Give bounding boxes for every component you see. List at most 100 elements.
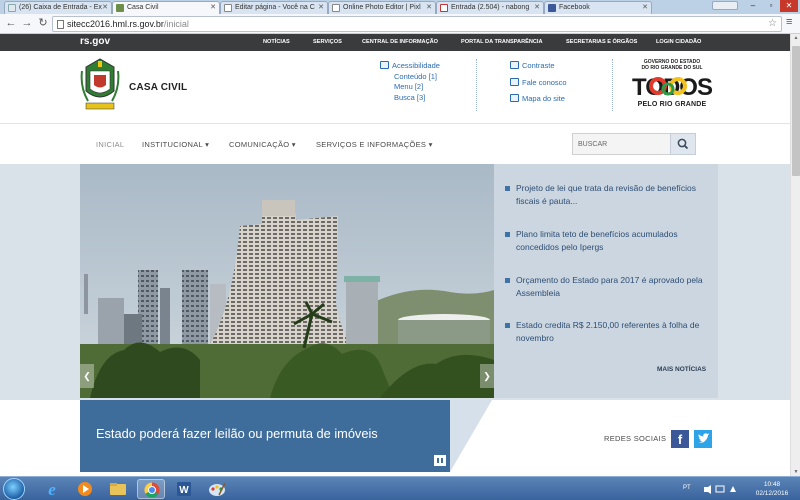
news-panel: Projeto de lei que trata da revisão de b… — [494, 164, 718, 398]
social-label: REDES SOCIAIS — [604, 434, 667, 443]
bookmark-star-icon[interactable]: ☆ — [768, 17, 777, 31]
browser-tab[interactable]: Entrada (2.504) - nabong ✕ — [436, 1, 544, 14]
govbar-link-login[interactable]: LOGIN CIDADÃO — [656, 39, 701, 45]
news-item-text: Plano limita teto de benefícios acumulad… — [516, 229, 678, 252]
facebook-icon[interactable]: f — [671, 430, 689, 448]
govbar-link-noticias[interactable]: NOTÍCIAS — [263, 39, 290, 45]
minimize-icon[interactable]: – — [744, 0, 762, 12]
coat-of-arms-icon[interactable] — [80, 57, 120, 113]
volume-icon — [704, 485, 711, 494]
system-tray-icons[interactable] — [702, 484, 742, 494]
chrome-icon[interactable] — [137, 479, 165, 499]
contact-link[interactable]: Fale conosco — [510, 78, 567, 89]
sitemap-label: Mapa do site — [522, 94, 565, 103]
browser-tab[interactable]: Online Photo Editor | Pixl ✕ — [328, 1, 436, 14]
news-item-text: Orçamento do Estado para 2017 é aprovado… — [516, 275, 703, 298]
govbar-link-transparencia[interactable]: PORTAL DA TRANSPARÊNCIA — [461, 39, 543, 45]
browser-tab-strip: (26) Caixa de Entrada - Ex ✕ Casa Civil … — [0, 0, 800, 14]
reload-icon[interactable]: ↻ — [36, 16, 50, 30]
featured-banner[interactable]: Estado poderá fazer leilão ou permuta de… — [80, 400, 450, 472]
carousel-prev-button[interactable]: ❮ — [80, 364, 94, 388]
nav-item-label: INSTITUCIONAL — [142, 140, 203, 149]
pause-icon[interactable] — [434, 455, 446, 466]
search-input[interactable] — [572, 133, 670, 155]
language-indicator[interactable]: PT — [683, 485, 691, 491]
nav-item-servicos-informacoes[interactable]: SERVIÇOS E INFORMAÇÕES ▾ — [316, 140, 433, 149]
page-icon — [8, 4, 16, 12]
scrollbar-thumb[interactable] — [792, 46, 800, 176]
news-item[interactable]: Projeto de lei que trata da revisão de b… — [505, 182, 706, 208]
govbar-link-servicos[interactable]: SERVIÇOS — [313, 39, 342, 45]
nav-item-inicial[interactable]: INICIAL — [96, 140, 124, 149]
gov-rs-logo[interactable]: GOVERNO DO ESTADO DO RIO GRANDE DO SUL T… — [630, 59, 714, 115]
browser-tab-active[interactable]: Casa Civil ✕ — [112, 1, 220, 14]
search-icon — [677, 138, 689, 150]
browser-tab[interactable]: (26) Caixa de Entrada - Ex ✕ — [4, 1, 112, 14]
search-box — [572, 133, 696, 155]
sitemap-icon — [510, 94, 519, 103]
chevron-down-icon: ▾ — [428, 140, 433, 149]
close-tab-icon[interactable]: ✕ — [210, 2, 216, 13]
chevron-down-icon: ▾ — [205, 140, 210, 149]
browser-tab-title: Casa Civil — [127, 4, 159, 11]
close-tab-icon[interactable]: ✕ — [642, 2, 648, 13]
system-clock[interactable]: 10:48 02/12/2016 — [750, 480, 794, 498]
skip-to-content-link[interactable]: Conteúdo [1] — [380, 72, 440, 83]
close-tab-icon[interactable]: ✕ — [102, 2, 108, 13]
rs-gov-logo[interactable]: rs.gov — [80, 36, 110, 47]
page-icon — [224, 4, 232, 12]
close-tab-icon[interactable]: ✕ — [426, 2, 432, 13]
browser-menu-icon[interactable]: ≡ — [786, 16, 792, 28]
skip-to-search-link[interactable]: Busca [3] — [380, 93, 440, 104]
browser-user-button[interactable] — [712, 1, 738, 10]
page-icon — [57, 20, 64, 29]
media-player-icon[interactable] — [71, 479, 99, 499]
browser-tab[interactable]: Facebook ✕ — [544, 1, 652, 14]
sitemap-link[interactable]: Mapa do site — [510, 94, 567, 105]
back-icon[interactable]: ← — [4, 16, 18, 30]
start-button[interactable] — [3, 478, 25, 500]
bullet-icon — [505, 323, 510, 328]
scroll-down-icon[interactable]: ▼ — [791, 469, 800, 475]
hero-section: ❮ ❯ Projeto de lei que trata da revisão … — [0, 164, 790, 400]
more-news-link[interactable]: MAIS NOTÍCIAS — [657, 366, 706, 373]
page-icon — [332, 4, 340, 12]
close-tab-icon[interactable]: ✕ — [534, 2, 540, 13]
twitter-icon[interactable] — [694, 430, 712, 448]
browser-tab[interactable]: Editar página - Você na C ✕ — [220, 1, 328, 14]
maximize-icon[interactable]: ▫ — [762, 0, 780, 12]
govbar-link-secretarias[interactable]: SECRETARIAS E ÓRGÃOS — [566, 39, 637, 45]
news-item[interactable]: Plano limita teto de benefícios acumulad… — [505, 228, 706, 254]
page-scrollbar[interactable]: ▲ ▼ — [790, 34, 800, 476]
news-item[interactable]: Estado credita R$ 2.150,00 referentes à … — [505, 319, 706, 345]
accessibility-link[interactable]: Acessibilidade — [380, 61, 440, 72]
nav-item-comunicacao[interactable]: COMUNICAÇÃO ▾ — [229, 140, 296, 149]
skip-to-menu-link[interactable]: Menu [2] — [380, 82, 440, 93]
close-window-icon[interactable]: ✕ — [780, 0, 798, 12]
file-explorer-icon[interactable] — [104, 479, 132, 499]
carousel-next-button[interactable]: ❯ — [480, 364, 494, 388]
page-title[interactable]: CASA CIVIL — [129, 82, 187, 93]
forward-icon[interactable]: → — [20, 16, 34, 30]
featured-title: Estado poderá fazer leilão ou permuta de… — [96, 426, 378, 441]
gov-rs-logo-text: GOVERNO DO ESTADO DO RIO GRANDE DO SUL — [630, 59, 714, 71]
govbar-link-central[interactable]: CENTRAL DE INFORMAÇÃO — [362, 39, 438, 45]
address-bar[interactable]: sitecc2016.hml.rs.gov.br/inicial ☆ — [52, 16, 782, 32]
paint-icon[interactable] — [203, 479, 231, 499]
news-item[interactable]: Orçamento do Estado para 2017 é aprovado… — [505, 274, 706, 300]
svg-text:e: e — [48, 480, 56, 499]
network-icon — [715, 485, 725, 493]
gov-rs-line2: DO RIO GRANDE DO SUL — [641, 65, 703, 71]
contrast-link[interactable]: Contraste — [510, 61, 567, 72]
hero-photo[interactable] — [80, 164, 494, 398]
nav-item-institucional[interactable]: INSTITUCIONAL ▾ — [142, 140, 209, 149]
search-button[interactable] — [670, 133, 696, 155]
close-tab-icon[interactable]: ✕ — [318, 2, 324, 13]
pause-bar — [437, 458, 439, 463]
pause-bar — [441, 458, 443, 463]
word-icon[interactable]: W — [170, 479, 198, 499]
header-divider — [476, 59, 477, 111]
ie-icon[interactable]: e — [38, 479, 66, 499]
site-header: CASA CIVIL Acessibilidade Conteúdo [1] M… — [0, 51, 790, 124]
scroll-up-icon[interactable]: ▲ — [791, 35, 800, 41]
